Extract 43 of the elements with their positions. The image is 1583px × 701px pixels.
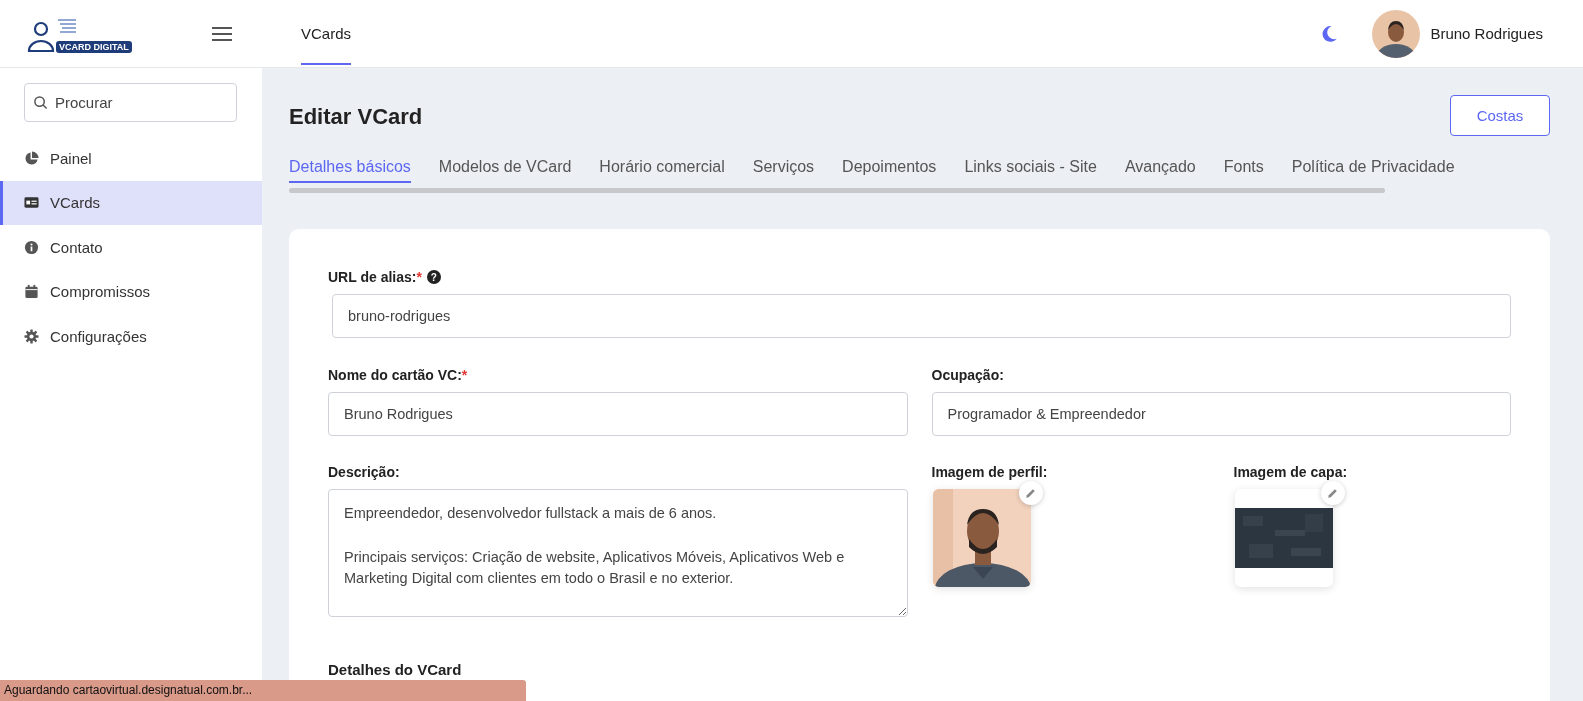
search-field[interactable]: Procurar bbox=[24, 83, 237, 122]
help-icon[interactable]: ? bbox=[426, 270, 441, 284]
field-label: Descrição: bbox=[328, 464, 400, 480]
status-bar: Aguardando cartaovirtual.designatual.com.br... bbox=[0, 680, 526, 701]
field-label: Ocupação: bbox=[931, 367, 1004, 383]
moon-icon[interactable] bbox=[1320, 24, 1339, 43]
tab[interactable]: Serviços bbox=[752, 158, 815, 183]
logo-text: VCARD DIGITAL bbox=[56, 40, 132, 53]
costas-button[interactable]: Costas bbox=[1450, 95, 1550, 136]
field-label: Imagem de perfil: bbox=[931, 464, 1048, 480]
sidebar-item[interactable]: VCards bbox=[0, 180, 262, 225]
tab[interactable]: Links sociais - Site bbox=[964, 158, 1097, 183]
scrollbar[interactable] bbox=[289, 188, 1385, 193]
tab[interactable]: Depoimentos bbox=[842, 158, 937, 183]
field-label: Nome do cartão VC:* bbox=[328, 367, 468, 383]
sidebar-item[interactable]: Contato bbox=[0, 225, 262, 270]
section-heading: Detalhes do VCard bbox=[328, 661, 463, 678]
settings-icon bbox=[24, 328, 39, 344]
description-field[interactable]: Empreendedor, desenvolvedor fullstack a mais de 6 anos. Principais serviços: Criação de website, Aplicativos Móveis, Aplicativos Web e Marketing Digital com clientes em todo o Brasil e no exterior. bbox=[328, 489, 908, 617]
name-field[interactable]: Bruno Rodrigues bbox=[328, 392, 908, 436]
tab[interactable]: Avançado bbox=[1124, 158, 1196, 183]
nav-tab[interactable]: VCards bbox=[301, 0, 352, 67]
menu-button[interactable] bbox=[212, 25, 232, 42]
pie-chart-icon bbox=[24, 150, 39, 166]
user-name[interactable]: Bruno Rodrigues bbox=[1430, 25, 1543, 42]
occupation-field[interactable]: Programador & Empreendedor bbox=[931, 392, 1511, 436]
tab[interactable]: Política de Privacidade bbox=[1291, 158, 1455, 183]
field-label: URL de alias:* bbox=[328, 269, 422, 285]
page-title: Editar VCard bbox=[289, 104, 423, 130]
sidebar-item[interactable]: Configurações bbox=[0, 314, 262, 359]
sidebar-item[interactable]: Compromissos bbox=[0, 269, 262, 314]
edit-button[interactable] bbox=[1018, 481, 1043, 505]
tab[interactable]: Horário comercial bbox=[599, 158, 725, 183]
tab[interactable]: Detalhes básicos bbox=[289, 158, 411, 183]
tab[interactable]: Modelos de VCard bbox=[438, 158, 572, 183]
info-icon bbox=[24, 239, 39, 255]
tab[interactable]: Fonts bbox=[1223, 158, 1264, 183]
edit-button[interactable] bbox=[1320, 481, 1345, 505]
calendar-icon bbox=[24, 284, 39, 300]
alias-field[interactable]: bruno-rodrigues bbox=[332, 294, 1511, 338]
sidebar-item[interactable]: Painel bbox=[0, 136, 262, 181]
field-label: Imagem de capa: bbox=[1233, 464, 1348, 480]
id-card-icon bbox=[24, 195, 39, 211]
